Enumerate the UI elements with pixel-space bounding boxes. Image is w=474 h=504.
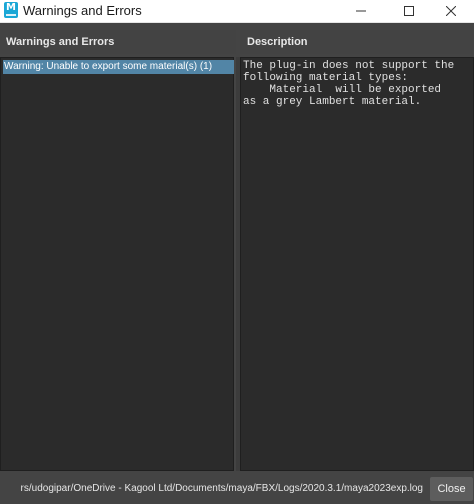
description-pane[interactable]: The plug-in does not support the followi… (240, 57, 474, 471)
warnings-list[interactable]: Warning: Unable to export some material(… (0, 57, 234, 471)
close-icon (446, 6, 456, 16)
list-item[interactable]: Warning: Unable to export some material(… (3, 60, 234, 74)
title-bar[interactable]: M Warnings and Errors (0, 0, 474, 23)
minimize-button[interactable] (338, 0, 384, 22)
maya-app-icon: M (4, 2, 18, 18)
close-button[interactable]: Close (430, 477, 473, 501)
app-icon-letter: M (6, 2, 16, 13)
app-icon-strip (6, 14, 16, 16)
window-close-button[interactable] (428, 0, 474, 22)
log-file-path: rs/udogipar/OneDrive - Kagool Ltd/Docume… (20, 483, 423, 494)
description-text: The plug-in does not support the followi… (243, 60, 455, 108)
warnings-list-header: Warnings and Errors (0, 30, 236, 54)
warnings-errors-window: M Warnings and Errors Warnings and Error… (0, 0, 474, 504)
maximize-icon (404, 6, 414, 16)
minimize-icon (356, 10, 366, 12)
maximize-button[interactable] (386, 0, 432, 22)
window-title: Warnings and Errors (23, 3, 142, 18)
status-bar: rs/udogipar/OneDrive - Kagool Ltd/Docume… (0, 471, 474, 504)
description-header: Description (240, 30, 474, 54)
